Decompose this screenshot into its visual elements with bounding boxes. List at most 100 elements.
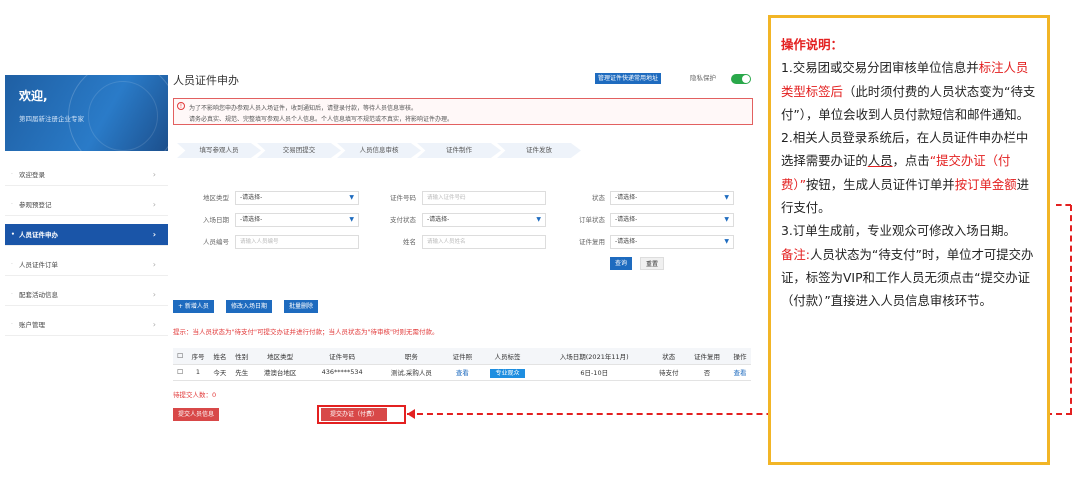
reuse-value: -请选择- [615,238,638,245]
col-header: 操作 [728,348,751,365]
step-production: 证件制作 [417,143,501,158]
info-icon: ! [177,102,185,110]
instruction-text: ，点击 [892,153,930,169]
col-header: 序号 [187,348,209,365]
idno-input[interactable]: 请输入证件号码 [422,191,546,205]
banner-decoration [88,81,158,151]
tag-badge: 专业观众 [490,368,525,378]
paystatus-select[interactable]: -请选择- ▼ [422,213,546,227]
sidebar-item-credential-apply[interactable]: • 人员证件申办 › [5,224,168,246]
instructions-heading: 操作说明： [781,37,843,52]
instruction-underline: 人员 [867,153,893,169]
chevron-right-icon: › [152,320,156,329]
notice-line: 为了不影响您申办参观人员入场证件，收到通知后，请登录付款，等待人员信息审核。 [189,105,418,112]
connector-line [1056,204,1071,206]
col-header: 姓名 [208,348,231,365]
name-input[interactable]: 请输入人员姓名 [422,235,546,249]
submit-pay-button[interactable]: 提交办证（付费） [321,408,388,421]
chevron-right-icon: › [152,170,156,179]
cell-title: 测试,采购人员 [376,364,446,381]
instruction-highlight: 按订单金额 [954,176,1017,192]
cell-status: 待支付 [652,364,686,381]
view-row-link[interactable]: 查看 [728,364,751,381]
date-value: -请选择- [240,216,263,223]
col-header: 证件照 [445,348,479,365]
bullet-icon: • [11,231,15,238]
col-header: 状态 [652,348,686,365]
query-button[interactable]: 查询 [610,257,633,270]
instruction-note: 备注:人员状态为“待支付”时，单位才可提交办证，标签为VIP和工作人员无须点击“… [781,243,1039,313]
chevron-right-icon: › [152,200,156,209]
caret-down-icon: ▼ [724,238,729,245]
step-issue: 证件发放 [497,143,581,158]
col-header: 性别 [230,348,253,365]
region-select[interactable]: -请选择- ▼ [235,191,359,205]
cell-region: 港澳台地区 [252,364,308,381]
welcome-subtitle: 第四届新注册企业专家 [19,115,84,123]
pno-label: 人员编号 [203,238,229,246]
cell-tag: 专业观众 [478,364,537,381]
date-label: 入场日期 [203,216,229,224]
select-all-checkbox[interactable]: ☐ [173,348,187,365]
sidebar-item-events[interactable]: · 配套活动信息 › [5,284,168,306]
batch-delete-button[interactable]: 批量删除 [284,300,319,313]
personnel-table: ☐ 序号 姓名 性别 地区类型 证件号码 职务 证件照 人员标签 入场日期(20… [173,348,751,381]
reuse-select[interactable]: -请选择- ▼ [610,235,734,249]
cell-date: 6日-10日 [536,364,653,381]
pending-count: 待提交人数：0 [173,391,217,399]
reset-button[interactable]: 重置 [640,257,665,270]
caret-down-icon: ▼ [349,194,354,201]
cell-idno: 436*****534 [307,364,377,381]
manage-address-button[interactable]: 管理证件快递常用地址 [595,73,662,84]
instruction-step-3: 3.订单生成前，专业观众可修改入场日期。 [781,223,1016,239]
sidebar-item-account[interactable]: · 账户管理 › [5,314,168,336]
reuse-label: 证件复用 [579,238,605,246]
page-title: 人员证件申办 [173,74,239,87]
tip-text: 提示：当人员状态为"待支付"可提交办证并进行付款；当人员状态为"待审核"时则无需… [173,328,439,336]
sidebar-item-preregister[interactable]: · 参观预登记 › [5,194,168,216]
status-select[interactable]: -请选择- ▼ [610,191,734,205]
step-delegation-submit: 交易团提交 [257,143,341,158]
paystatus-value: -请选择- [427,216,450,223]
orderstatus-select[interactable]: -请选择- ▼ [610,213,734,227]
col-header: 职务 [376,348,446,365]
notice-box: ! 为了不影响您申办参观人员入场证件，收到通知后，请登录付款，等待人员信息审核。… [173,98,753,125]
sidebar-item-welcome[interactable]: · 欢迎登录 › [5,164,168,186]
chevron-right-icon: › [152,260,156,269]
cell-reuse: 否 [685,364,729,381]
region-label: 地区类型 [203,194,229,202]
bullet-icon: · [11,261,13,268]
date-select[interactable]: -请选择- ▼ [235,213,359,227]
col-header: 地区类型 [252,348,308,365]
name-label: 姓名 [403,238,416,246]
bullet-icon: · [11,201,13,208]
submit-info-button[interactable]: 提交人员信息 [173,408,220,421]
welcome-title: 欢迎, [19,89,48,103]
connector-line [1070,205,1072,414]
pno-input[interactable]: 请输入人员编号 [235,235,359,249]
orderstatus-label: 订单状态 [579,216,605,224]
row-checkbox[interactable]: ☐ [173,364,187,381]
col-header: 证件复用 [685,348,729,365]
privacy-label: 隐私保护 [690,74,716,82]
view-photo-link[interactable]: 查看 [445,364,479,381]
status-label: 状态 [592,194,605,202]
caret-down-icon: ▼ [349,216,354,223]
chevron-right-icon: › [152,290,156,299]
add-person-button[interactable]: + 新增人员 [173,300,214,313]
bullet-icon: · [11,171,13,178]
sidebar-item-label: 账户管理 [19,321,45,329]
notice-line: 请务必真实、规范、完整填写参观人员个人信息。个人信息填写不规范或不真实，将影响证… [189,116,454,123]
sidebar-item-credential-orders[interactable]: · 人员证件订单 › [5,254,168,276]
region-value: -请选择- [240,194,263,201]
caret-down-icon: ▼ [536,216,541,223]
cell-seq: 1 [187,364,209,381]
step-info-review: 人员信息审核 [337,143,421,158]
sidebar-item-label: 配套活动信息 [19,291,58,299]
orderstatus-value: -请选择- [615,216,638,223]
caret-down-icon: ▼ [724,216,729,223]
privacy-toggle[interactable] [731,74,751,84]
chevron-right-icon: › [152,230,156,239]
modify-date-button[interactable]: 修改入场日期 [226,300,273,313]
table-row: ☐ 1 今天 先生 港澳台地区 436*****534 测试,采购人员 查看 专… [173,364,751,381]
